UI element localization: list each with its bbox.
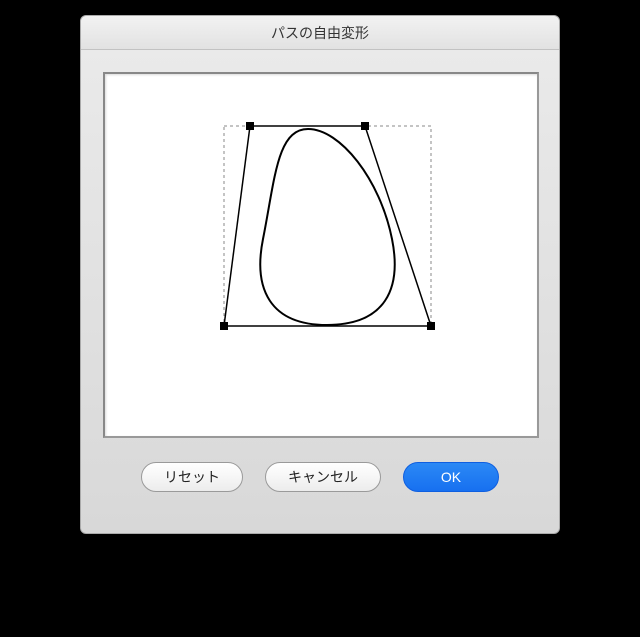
dialog-titlebar: パスの自由変形 bbox=[81, 16, 559, 50]
handle-top-left[interactable] bbox=[246, 122, 254, 130]
dialog-title: パスの自由変形 bbox=[271, 23, 369, 43]
handle-bottom-left[interactable] bbox=[220, 322, 228, 330]
dialog-content: リセット キャンセル OK bbox=[81, 50, 559, 510]
bounding-box bbox=[224, 126, 431, 326]
preview-canvas[interactable] bbox=[103, 72, 539, 438]
path-shape bbox=[260, 129, 394, 325]
preview-svg bbox=[105, 74, 541, 440]
envelope-edge-left bbox=[224, 126, 250, 326]
free-distort-dialog: パスの自由変形 リセット キャンセル OK bbox=[80, 15, 560, 534]
reset-button[interactable]: リセット bbox=[141, 462, 243, 492]
ok-button[interactable]: OK bbox=[403, 462, 499, 492]
envelope-edge-right bbox=[365, 126, 431, 326]
handle-bottom-right[interactable] bbox=[427, 322, 435, 330]
handle-top-right[interactable] bbox=[361, 122, 369, 130]
cancel-button[interactable]: キャンセル bbox=[265, 462, 381, 492]
button-row: リセット キャンセル OK bbox=[103, 462, 537, 492]
